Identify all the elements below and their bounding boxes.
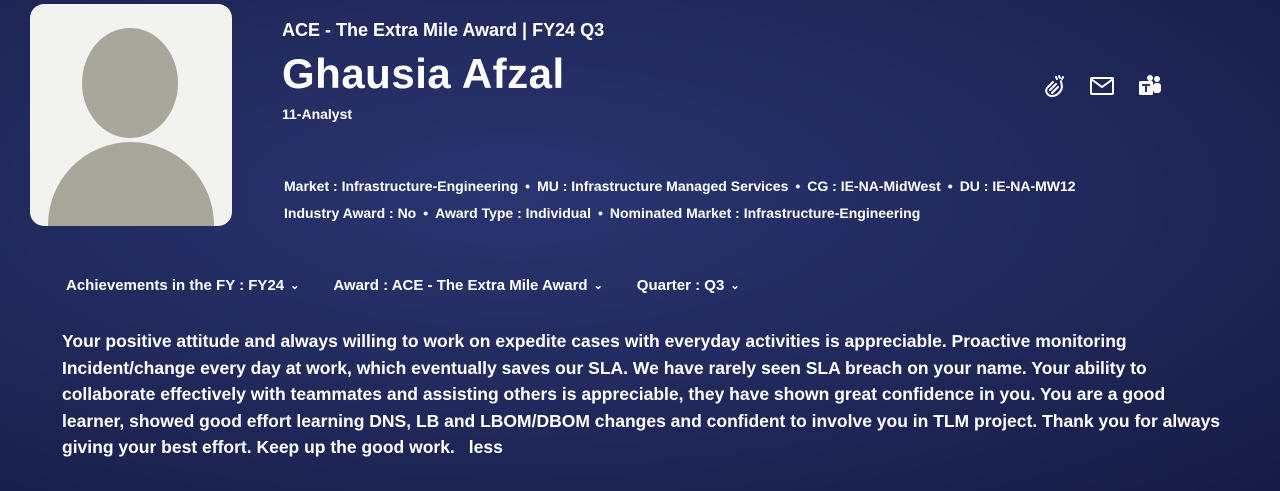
award-filter-label: Award : ACE - The Extra Mile Award <box>333 277 588 294</box>
award-filter-dropdown[interactable]: Award : ACE - The Extra Mile Award ⌄ <box>333 277 602 294</box>
meta-mu: MU : Infrastructure Managed Services <box>537 178 789 194</box>
meta-award-type: Award Type : Individual <box>435 205 591 221</box>
teams-icon[interactable] <box>1136 72 1164 100</box>
action-bar <box>1040 72 1164 100</box>
quarter-filter-label: Quarter : Q3 <box>636 277 725 294</box>
quarter-filter-dropdown[interactable]: Quarter : Q3 ⌄ <box>637 277 740 294</box>
employee-name: Ghausia Afzal <box>282 50 565 97</box>
meta-line-1: Market : Infrastructure-Engineering • MU :… <box>284 178 1076 194</box>
meta-market: Market : Infrastructure-Engineering <box>284 178 519 194</box>
avatar-head <box>82 28 178 138</box>
meta-separator: • <box>525 178 531 194</box>
meta-du: DU : IE-NA-MW12 <box>959 178 1076 194</box>
description-text: Your positive attitude and always willin… <box>62 331 1221 457</box>
mail-icon[interactable] <box>1088 72 1116 100</box>
meta-separator: • <box>947 178 953 194</box>
meta-nominated-market: Nominated Market : Infrastructure-Engine… <box>609 205 921 221</box>
less-link[interactable]: less <box>469 437 503 457</box>
award-description: Your positive attitude and always willin… <box>62 328 1222 461</box>
meta-line-2: Industry Award : No • Award Type : Individ… <box>284 205 920 221</box>
meta-separator: • <box>795 178 801 194</box>
fy-filter-label: Achievements in the FY : FY24 <box>66 277 285 294</box>
avatar-shoulders <box>48 142 214 226</box>
chevron-down-icon: ⌄ <box>730 280 740 292</box>
meta-industry-award: Industry Award : No <box>284 205 417 221</box>
fy-filter-dropdown[interactable]: Achievements in the FY : FY24 ⌄ <box>66 277 299 294</box>
meta-cg: CG : IE-NA-MidWest <box>807 178 941 194</box>
avatar <box>30 4 232 226</box>
employee-role: 11-Analyst <box>282 106 353 122</box>
filter-bar: Achievements in the FY : FY24 ⌄ Award : … <box>66 277 740 294</box>
meta-separator: • <box>597 205 603 221</box>
chevron-down-icon: ⌄ <box>290 280 300 292</box>
chevron-down-icon: ⌄ <box>593 280 603 292</box>
meta-separator: • <box>423 205 429 221</box>
clap-icon[interactable] <box>1040 72 1068 100</box>
award-title: ACE - The Extra Mile Award | FY24 Q3 <box>282 20 605 40</box>
